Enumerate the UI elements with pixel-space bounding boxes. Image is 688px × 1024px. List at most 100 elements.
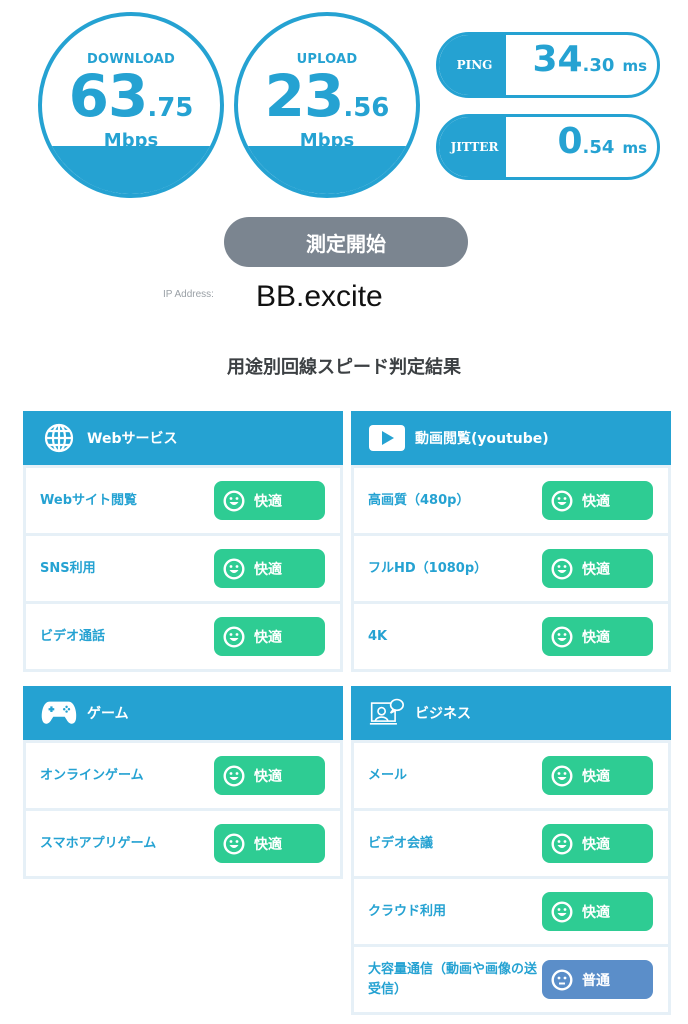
smile-face-icon	[551, 900, 573, 923]
item-name: メール	[368, 767, 408, 783]
item-name: オンラインゲーム	[40, 767, 144, 783]
ping-label: PING	[439, 35, 506, 95]
list-item: Webサイト閲覧 快適	[26, 465, 340, 533]
card-header: ビジネス	[351, 686, 671, 740]
smile-face-icon	[223, 832, 245, 855]
status-badge: 快適	[214, 824, 325, 863]
category-card-video: 動画閲覧(youtube) 高画質（480p） 快適 フルHD（1080p） 快…	[351, 411, 671, 672]
jitter-unit: ms	[622, 139, 647, 157]
globe-icon	[41, 423, 77, 453]
list-item: メール 快適	[354, 740, 668, 808]
results-title: 用途別回線スピード判定結果	[227, 357, 461, 378]
ping-dec: .30	[582, 55, 615, 76]
upload-gauge: UPLOAD 23.56 Mbps	[234, 12, 420, 198]
status-text: 快適	[582, 493, 610, 510]
start-measurement-button[interactable]: 測定開始	[224, 217, 468, 267]
list-item: スマホアプリゲーム 快適	[26, 808, 340, 876]
status-text: 普通	[582, 972, 610, 989]
video-conference-icon	[369, 698, 405, 728]
category-card-web: Webサービス Webサイト閲覧 快適 SNS利用 快適 ビデオ通話 快適	[23, 411, 343, 672]
download-gauge: DOWNLOAD 63.75 Mbps	[38, 12, 224, 198]
smile-face-icon	[551, 489, 573, 512]
status-badge: 快適	[214, 481, 325, 520]
status-badge: 快適	[542, 892, 653, 931]
jitter-value: 0.54 ms	[557, 121, 647, 162]
smile-face-icon	[223, 625, 245, 648]
list-item: 4K 快適	[354, 601, 668, 669]
status-badge: 普通	[542, 960, 653, 999]
item-name: ビデオ通話	[40, 628, 106, 644]
list-item: ビデオ通話 快適	[26, 601, 340, 669]
download-dec: .75	[147, 93, 194, 123]
ip-address-value: BB.excite	[256, 280, 383, 313]
upload-dec: .56	[343, 93, 390, 123]
status-text: 快適	[254, 493, 282, 510]
list-item: オンラインゲーム 快適	[26, 740, 340, 808]
status-text: 快適	[254, 768, 282, 785]
item-name: 高画質（480p）	[368, 492, 470, 508]
download-value: 63.75	[42, 62, 220, 130]
status-badge: 快適	[542, 824, 653, 863]
item-name: ビデオ会議	[368, 835, 434, 851]
status-badge: 快適	[542, 756, 653, 795]
card-title: ゲーム	[87, 706, 129, 722]
category-card-business: ビジネス メール 快適 ビデオ会議 快適 クラウド利用 快適 大容量通信（動画や…	[351, 686, 671, 1015]
smile-face-icon	[551, 832, 573, 855]
card-header: ゲーム	[23, 686, 343, 740]
list-item: 高画質（480p） 快適	[354, 465, 668, 533]
status-text: 快適	[582, 629, 610, 646]
status-badge: 快適	[214, 617, 325, 656]
status-badge: 快適	[542, 549, 653, 588]
smile-face-icon	[551, 625, 573, 648]
item-name: スマホアプリゲーム	[40, 835, 157, 851]
upload-int: 23	[264, 62, 345, 130]
smile-face-icon	[223, 557, 245, 580]
ping-pill: PING 34.30 ms	[436, 32, 660, 98]
item-name: SNS利用	[40, 560, 96, 576]
status-text: 快適	[582, 768, 610, 785]
gamepad-icon	[41, 698, 77, 728]
smile-face-icon	[551, 764, 573, 787]
list-item: 大容量通信（動画や画像の送受信） 普通	[354, 944, 668, 1012]
item-name: フルHD（1080p）	[368, 560, 488, 576]
category-card-game: ゲーム オンラインゲーム 快適 スマホアプリゲーム 快適	[23, 686, 343, 879]
upload-unit: Mbps	[299, 130, 355, 151]
jitter-dec: .54	[582, 137, 615, 158]
status-text: 快適	[254, 561, 282, 578]
gauge-fill	[42, 146, 220, 194]
ping-int: 34	[532, 39, 583, 80]
play-icon	[369, 423, 405, 453]
jitter-int: 0	[557, 121, 583, 162]
status-badge: 快適	[214, 549, 325, 588]
status-badge: 快適	[542, 481, 653, 520]
status-text: 快適	[582, 561, 610, 578]
upload-value: 23.56	[238, 62, 416, 130]
status-badge: 快適	[542, 617, 653, 656]
item-name: 4K	[368, 628, 388, 644]
item-name: Webサイト閲覧	[40, 492, 137, 508]
list-item: クラウド利用 快適	[354, 876, 668, 944]
status-text: 快適	[582, 836, 610, 853]
smile-face-icon	[223, 764, 245, 787]
list-item: SNS利用 快適	[26, 533, 340, 601]
ping-unit: ms	[622, 57, 647, 75]
card-title: 動画閲覧(youtube)	[415, 431, 549, 447]
status-text: 快適	[254, 629, 282, 646]
status-text: 快適	[254, 836, 282, 853]
jitter-label: JITTER	[439, 117, 506, 177]
download-int: 63	[68, 62, 149, 130]
item-name: クラウド利用	[368, 903, 447, 919]
gauge-fill	[238, 146, 416, 194]
smile-face-icon	[551, 557, 573, 580]
list-item: ビデオ会議 快適	[354, 808, 668, 876]
ping-value: 34.30 ms	[532, 39, 647, 80]
neutral-face-icon	[551, 968, 573, 991]
smile-face-icon	[223, 489, 245, 512]
status-text: 快適	[582, 904, 610, 921]
list-item: フルHD（1080p） 快適	[354, 533, 668, 601]
jitter-pill: JITTER 0.54 ms	[436, 114, 660, 180]
item-name: 大容量通信（動画や画像の送受信）	[368, 961, 538, 997]
card-title: Webサービス	[87, 431, 178, 447]
status-badge: 快適	[214, 756, 325, 795]
card-title: ビジネス	[415, 706, 471, 722]
